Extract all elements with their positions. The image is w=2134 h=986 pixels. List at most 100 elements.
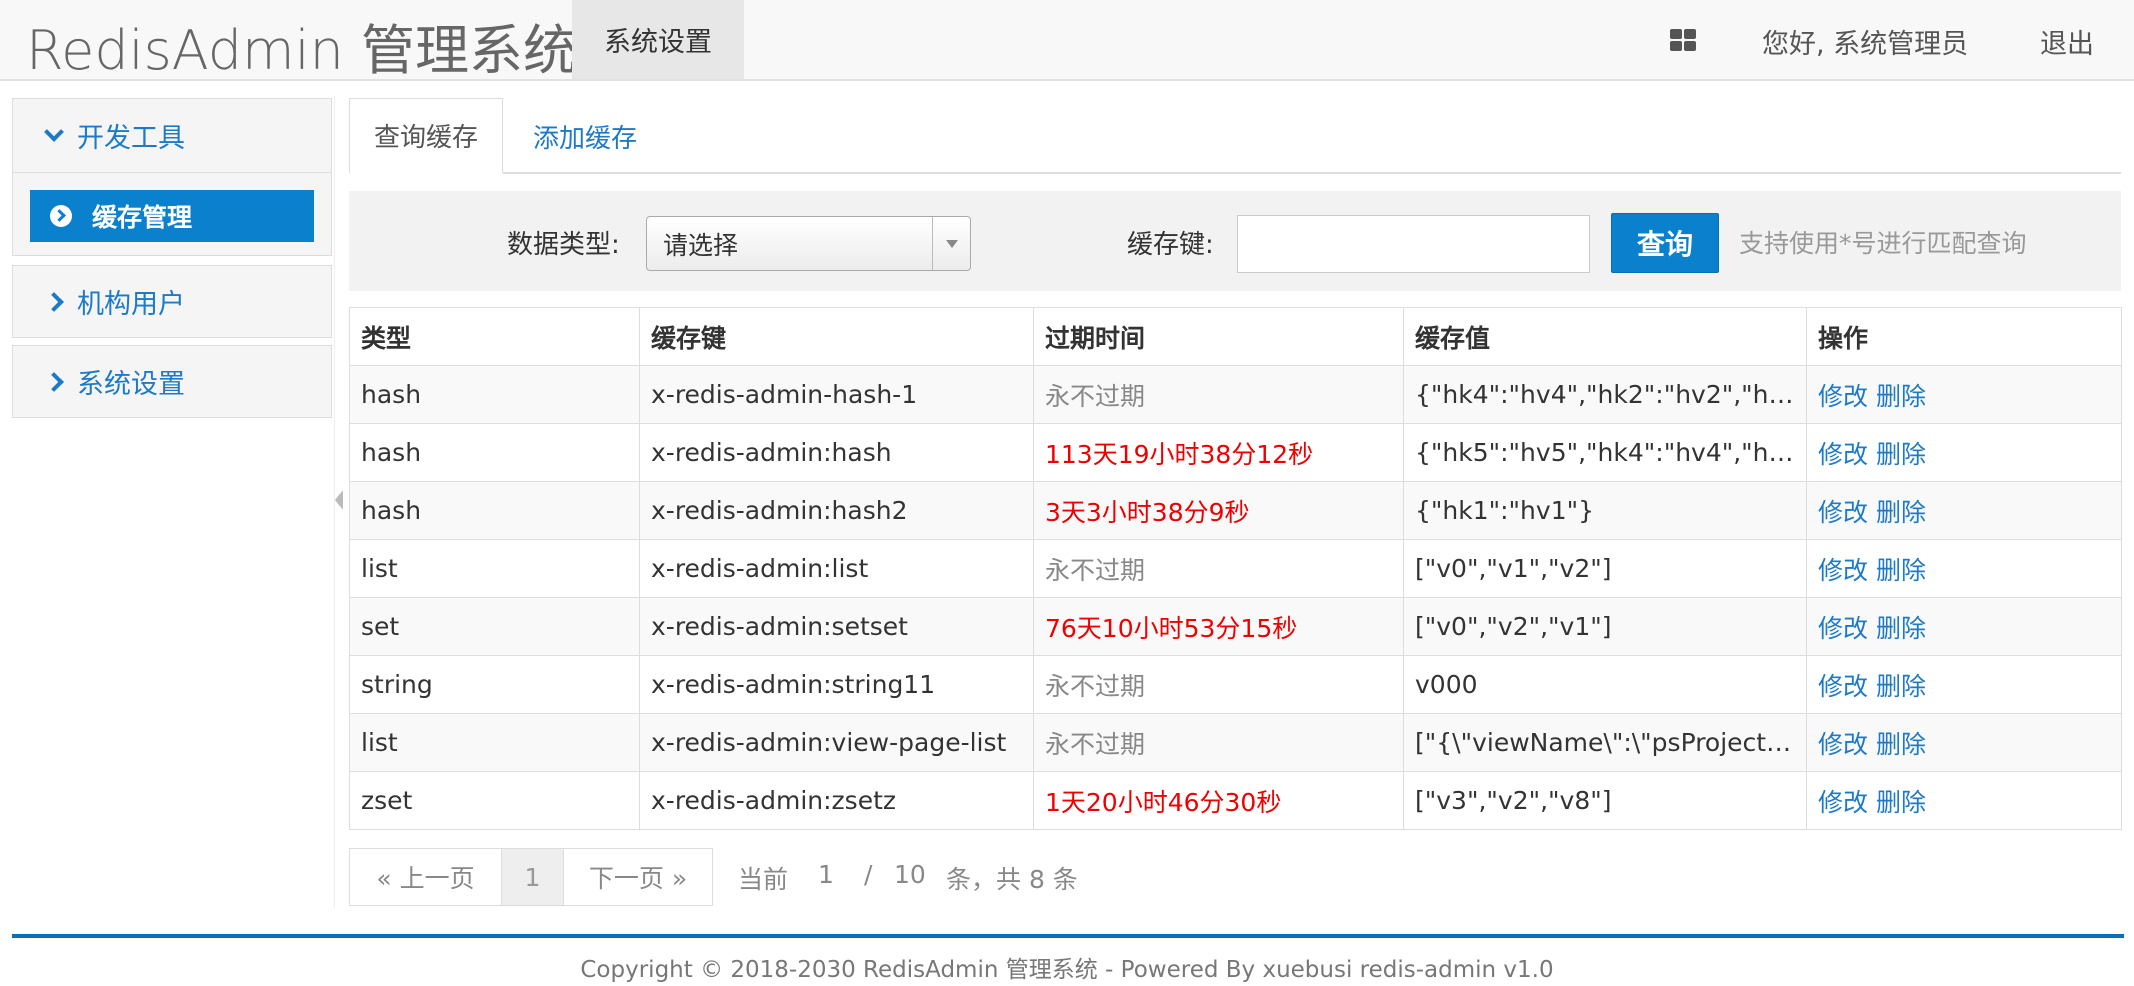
edit-link[interactable]: 修改: [1818, 788, 1868, 817]
delete-link[interactable]: 删除: [1876, 440, 1926, 469]
cell-value: {"hk1":"hv1"}: [1403, 481, 1807, 540]
table-row: zset x-redis-admin:zsetz 1天20小时46分30秒 ["v3"…: [349, 771, 2122, 830]
sidebar-item-cache-management[interactable]: 缓存管理: [30, 190, 314, 242]
sidebar-head-org-users[interactable]: 机构用户: [13, 266, 331, 337]
page-info-size: 10: [894, 860, 926, 889]
tab-query-cache[interactable]: 查询缓存: [349, 98, 503, 174]
cell-type: string: [349, 655, 640, 714]
table-row: list x-redis-admin:list 永不过期 ["v0","v1","v2…: [349, 539, 2122, 598]
cell-key: x-redis-admin:string11: [639, 655, 1034, 714]
cell-expire: 113天19小时38分12秒: [1033, 423, 1404, 482]
cell-expire: 1天20小时46分30秒: [1033, 771, 1404, 830]
cell-key: x-redis-admin:list: [639, 539, 1034, 598]
circle-arrow-icon: [50, 205, 72, 227]
cell-type: hash: [349, 365, 640, 424]
cell-actions: 修改 删除: [1806, 597, 2122, 656]
cache-table: 类型 缓存键 过期时间 缓存值 操作 hash x-redis-admin-has…: [349, 307, 2122, 830]
column-header-actions: 操作: [1806, 307, 2122, 366]
table-row: list x-redis-admin:view-page-list 永不过期 ["{\…: [349, 713, 2122, 772]
sidebar-head-system-settings[interactable]: 系统设置: [13, 346, 331, 417]
cell-key: x-redis-admin:setset: [639, 597, 1034, 656]
pagination: « 上一页 1 下一页 »: [349, 848, 713, 906]
nav-tab-system-settings[interactable]: 系统设置: [572, 0, 744, 79]
cell-type: set: [349, 597, 640, 656]
cell-expire: 永不过期: [1033, 713, 1404, 772]
sidebar-label: 系统设置: [77, 369, 185, 400]
query-hint: 支持使用*号进行匹配查询: [1739, 229, 2027, 258]
brand-title[interactable]: RedisAdmin 管理系统: [26, 6, 577, 85]
column-header-value[interactable]: 缓存值: [1403, 307, 1807, 366]
delete-link[interactable]: 删除: [1876, 614, 1926, 643]
cell-actions: 修改 删除: [1806, 713, 2122, 772]
sidebar-group-system-settings: 系统设置: [12, 345, 332, 418]
cell-actions: 修改 删除: [1806, 365, 2122, 424]
delete-link[interactable]: 删除: [1876, 730, 1926, 759]
cell-type: hash: [349, 481, 640, 540]
table-header-row: 类型 缓存键 过期时间 缓存值 操作: [349, 307, 2122, 366]
current-page-button[interactable]: 1: [502, 849, 564, 905]
table-row: hash x-redis-admin:hash2 3天3小时38分9秒 {"hk1":…: [349, 481, 2122, 540]
chevron-right-icon: [44, 291, 64, 312]
cell-key: x-redis-admin:view-page-list: [639, 713, 1034, 772]
edit-link[interactable]: 修改: [1818, 614, 1868, 643]
cell-actions: 修改 删除: [1806, 655, 2122, 714]
footer-copyright: Copyright © 2018-2030 RedisAdmin 管理系统 - …: [580, 957, 1554, 983]
user-greeting[interactable]: 您好, 系统管理员: [1762, 22, 1968, 61]
delete-link[interactable]: 删除: [1876, 556, 1926, 585]
edit-link[interactable]: 修改: [1818, 440, 1868, 469]
cell-value: ["{\"viewName\":\"psProjectList\"}"]: [1403, 713, 1807, 772]
cell-type: list: [349, 713, 640, 772]
chevron-right-icon: [44, 371, 64, 392]
chevron-down-icon: [44, 121, 64, 142]
edit-link[interactable]: 修改: [1818, 556, 1868, 585]
logout-link[interactable]: 退出: [2040, 22, 2094, 61]
table-row: string x-redis-admin:string11 永不过期 v000 修改 删除: [349, 655, 2122, 714]
page-info-prefix: 当前: [738, 865, 789, 894]
sidebar-head-dev-tools[interactable]: 开发工具: [13, 99, 331, 173]
sidebar-label: 机构用户: [77, 289, 185, 320]
column-header-key[interactable]: 缓存键: [639, 307, 1034, 366]
tab-add-cache[interactable]: 添加缓存: [520, 98, 650, 174]
sidebar-item-label: 缓存管理: [92, 203, 193, 232]
table-row: set x-redis-admin:setset 76天10小时53分15秒 ["v0…: [349, 597, 2122, 656]
cell-actions: 修改 删除: [1806, 423, 2122, 482]
prev-page-button[interactable]: « 上一页: [350, 849, 502, 905]
cell-actions: 修改 删除: [1806, 539, 2122, 598]
cell-key: x-redis-admin-hash-1: [639, 365, 1034, 424]
cell-expire: 永不过期: [1033, 539, 1404, 598]
cache-key-label: 缓存键:: [1127, 230, 1214, 260]
cell-value: {"hk4":"hv4","hk2":"hv2","hk3":"hv3"}: [1403, 365, 1807, 424]
sidebar-label: 开发工具: [77, 123, 185, 154]
grid-icon[interactable]: [1670, 29, 1696, 51]
delete-link[interactable]: 删除: [1876, 672, 1926, 701]
column-header-type[interactable]: 类型: [349, 307, 640, 366]
edit-link[interactable]: 修改: [1818, 382, 1868, 411]
page-info-current: 1: [818, 860, 834, 889]
edit-link[interactable]: 修改: [1818, 498, 1868, 527]
next-page-button[interactable]: 下一页 »: [564, 849, 712, 905]
cell-key: x-redis-admin:zsetz: [639, 771, 1034, 830]
delete-link[interactable]: 删除: [1876, 382, 1926, 411]
delete-link[interactable]: 删除: [1876, 498, 1926, 527]
cell-type: hash: [349, 423, 640, 482]
cell-value: ["v0","v1","v2"]: [1403, 539, 1807, 598]
page-info-separator: /: [864, 860, 873, 889]
collapse-sidebar-icon[interactable]: [335, 490, 343, 510]
cell-type: zset: [349, 771, 640, 830]
query-button[interactable]: 查询: [1611, 213, 1719, 273]
edit-link[interactable]: 修改: [1818, 730, 1868, 759]
cell-expire: 永不过期: [1033, 365, 1404, 424]
cache-key-input[interactable]: [1237, 215, 1590, 273]
sidebar-group-org-users: 机构用户: [12, 265, 332, 338]
edit-link[interactable]: 修改: [1818, 672, 1868, 701]
chevron-down-icon: [932, 217, 970, 270]
column-header-expire[interactable]: 过期时间: [1033, 307, 1404, 366]
filter-bar: 数据类型: 请选择 缓存键: 查询 支持使用*号进行匹配查询: [349, 191, 2121, 291]
cell-value: v000: [1403, 655, 1807, 714]
data-type-label: 数据类型:: [507, 230, 620, 260]
delete-link[interactable]: 删除: [1876, 788, 1926, 817]
cell-actions: 修改 删除: [1806, 481, 2122, 540]
cell-expire: 76天10小时53分15秒: [1033, 597, 1404, 656]
cell-actions: 修改 删除: [1806, 771, 2122, 830]
data-type-select[interactable]: 请选择: [646, 216, 971, 271]
